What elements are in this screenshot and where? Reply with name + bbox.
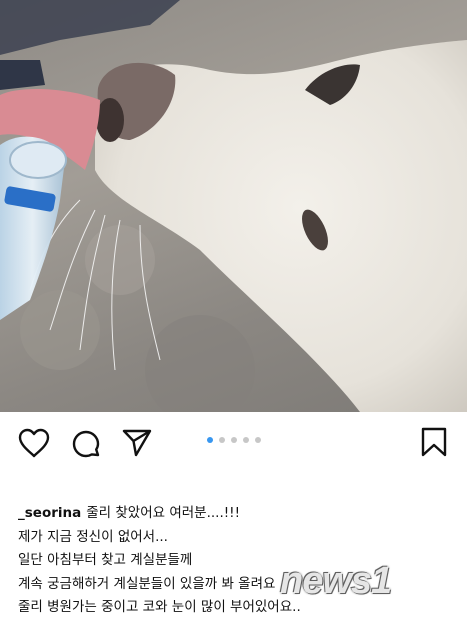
post-photo[interactable] — [0, 0, 467, 412]
carousel-dot[interactable] — [243, 437, 249, 443]
carousel-dot[interactable] — [255, 437, 261, 443]
dog-drinking-water-image — [0, 0, 467, 412]
caption-line: 제가 지금 정신이 없어서... — [18, 528, 168, 545]
heart-icon[interactable] — [18, 428, 50, 462]
send-icon[interactable] — [121, 428, 153, 462]
comment-icon[interactable] — [70, 428, 102, 464]
username-link[interactable]: _seorina — [18, 505, 81, 521]
carousel-dot[interactable] — [231, 437, 237, 443]
news-watermark: news1 — [280, 560, 392, 602]
post-action-bar — [0, 412, 467, 472]
caption-first-line: _seorina 줄리 찾았어요 여러분....!!! — [18, 502, 458, 526]
bookmark-icon[interactable] — [420, 426, 448, 462]
carousel-indicator — [207, 437, 261, 443]
caption-text: 줄리 찾았어요 여러분....!!! — [86, 505, 240, 521]
carousel-dot[interactable] — [219, 437, 225, 443]
carousel-dot[interactable] — [207, 437, 213, 443]
